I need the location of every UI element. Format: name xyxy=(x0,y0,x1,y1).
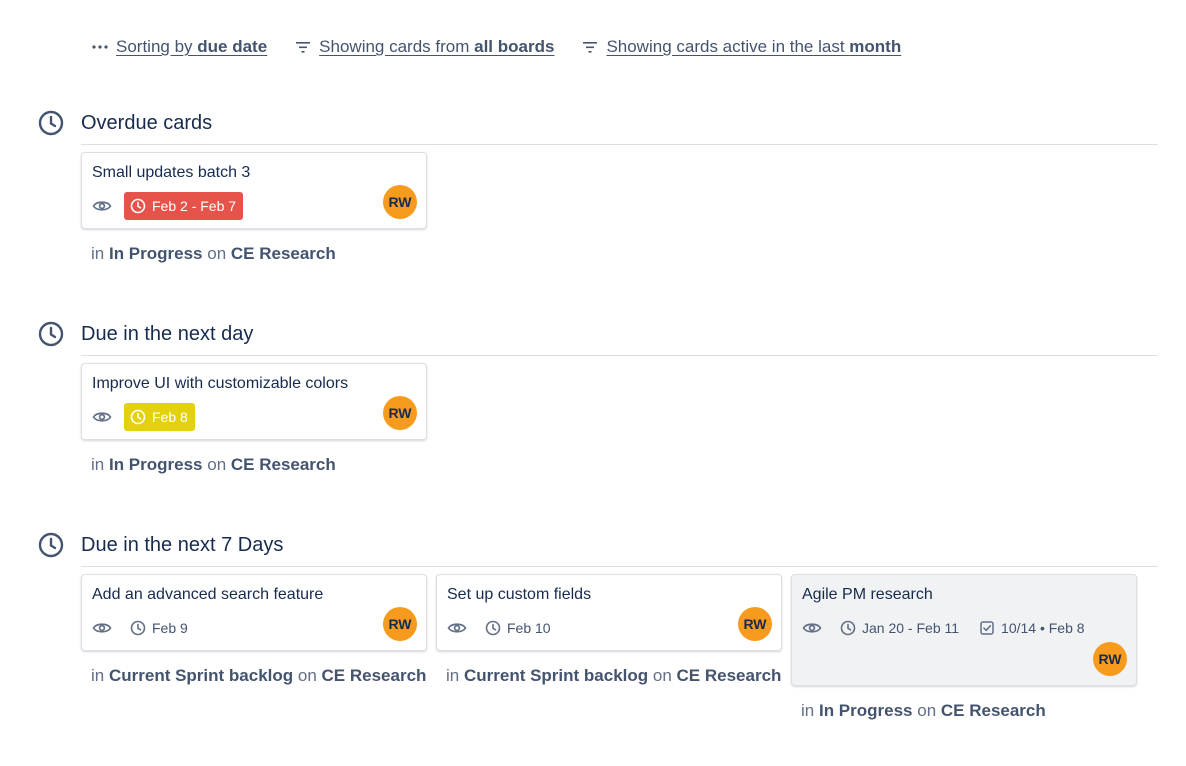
card[interactable]: Set up custom fields Feb 10 RW xyxy=(436,574,782,651)
section-divider xyxy=(81,144,1158,145)
sort-by-button[interactable]: Sorting by due date xyxy=(92,37,267,57)
due-next-day-section: Due in the next day Improve UI with cust… xyxy=(38,321,1158,474)
card-title: Improve UI with customizable colors xyxy=(92,375,349,392)
due-date-text: Feb 8 xyxy=(152,409,188,425)
card-location: in Current Sprint backlog on CE Research xyxy=(446,666,782,685)
card[interactable]: Improve UI with customizable colors Feb … xyxy=(81,363,427,440)
card-column: Set up custom fields Feb 10 RW in Curren… xyxy=(436,574,782,723)
eye-icon xyxy=(802,623,822,633)
filter-icon xyxy=(295,41,311,53)
clock-icon xyxy=(38,532,64,558)
board-name: CE Research xyxy=(940,701,1046,720)
activity-filter-button[interactable]: Showing cards active in the last month xyxy=(582,37,901,57)
clock-icon xyxy=(485,620,501,636)
section-title: Due in the next 7 Days xyxy=(81,534,284,556)
card-column: Agile PM research Jan 20 - Feb 11 10/14 … xyxy=(791,574,1137,723)
card-title: Agile PM research xyxy=(802,586,933,603)
card-title: Add an advanced search feature xyxy=(92,586,324,603)
due-date-badge[interactable]: Feb 2 - Feb 7 xyxy=(124,192,244,220)
board-name: CE Research xyxy=(321,666,427,685)
more-icon xyxy=(92,45,108,49)
card-location: in In Progress on CE Research xyxy=(801,701,1046,720)
card-location: in In Progress on CE Research xyxy=(91,455,336,474)
checklist-text: 10/14 • Feb 8 xyxy=(1001,620,1085,636)
sort-by-label: Sorting by due date xyxy=(116,37,268,56)
overdue-section: Overdue cards Small updates batch 3 Feb … xyxy=(38,110,1158,263)
eye-icon xyxy=(92,412,112,422)
avatar[interactable]: RW xyxy=(383,185,417,219)
card-column: Add an advanced search feature Feb 9 RW … xyxy=(81,574,427,723)
filter-icon xyxy=(582,41,598,53)
clock-icon xyxy=(130,198,146,214)
due-date-badge[interactable]: Feb 8 xyxy=(124,403,195,431)
eye-icon xyxy=(92,623,112,633)
due-date-text: Feb 2 - Feb 7 xyxy=(152,198,237,214)
eye-icon xyxy=(447,623,467,633)
due-next-7-days-section: Due in the next 7 Days Add an advanced s… xyxy=(38,532,1158,720)
boards-filter-label: Showing cards from all boards xyxy=(319,37,555,56)
section-divider xyxy=(81,355,1158,356)
section-divider xyxy=(81,566,1158,567)
clock-icon xyxy=(840,620,856,636)
list-name: In Progress xyxy=(108,244,203,263)
list-name: Current Sprint backlog xyxy=(463,666,649,685)
section-title: Due in the next day xyxy=(81,323,254,345)
card-location: in In Progress on CE Research xyxy=(91,244,336,263)
avatar[interactable]: RW xyxy=(1093,642,1127,676)
card-title: Small updates batch 3 xyxy=(92,164,251,181)
boards-filter-button[interactable]: Showing cards from all boards xyxy=(295,37,554,57)
activity-filter-label: Showing cards active in the last month xyxy=(606,37,902,56)
card-column: Small updates batch 3 Feb 2 - Feb 7 RW i… xyxy=(81,152,427,266)
avatar[interactable]: RW xyxy=(738,607,772,641)
list-name: In Progress xyxy=(818,701,913,720)
checklist-badge[interactable]: 10/14 • Feb 8 xyxy=(980,620,1085,636)
board-name: CE Research xyxy=(676,666,782,685)
board-name: CE Research xyxy=(230,244,336,263)
list-name: In Progress xyxy=(108,455,203,474)
clock-icon xyxy=(130,620,146,636)
due-date-text: Jan 20 - Feb 11 xyxy=(862,620,960,636)
clock-icon xyxy=(38,110,64,136)
avatar[interactable]: RW xyxy=(383,607,417,641)
clock-icon xyxy=(130,409,146,425)
card-location: in Current Sprint backlog on CE Research xyxy=(91,666,427,685)
due-date-badge[interactable]: Feb 9 xyxy=(124,614,195,642)
due-date-badge[interactable]: Feb 10 xyxy=(479,614,558,642)
card-title: Set up custom fields xyxy=(447,586,592,603)
due-date-text: Feb 9 xyxy=(152,620,188,636)
section-title: Overdue cards xyxy=(81,112,213,134)
checklist-icon xyxy=(980,621,994,635)
eye-icon xyxy=(92,201,112,211)
card[interactable]: Small updates batch 3 Feb 2 - Feb 7 RW xyxy=(81,152,427,229)
card[interactable]: Agile PM research Jan 20 - Feb 11 10/14 … xyxy=(791,574,1137,686)
board-name: CE Research xyxy=(230,455,336,474)
clock-icon xyxy=(38,321,64,347)
due-date-text: Feb 10 xyxy=(507,620,551,636)
filter-toolbar: Sorting by due date Showing cards from a… xyxy=(92,37,929,57)
card-column: Improve UI with customizable colors Feb … xyxy=(81,363,427,477)
avatar[interactable]: RW xyxy=(383,396,417,430)
list-name: Current Sprint backlog xyxy=(108,666,294,685)
due-date-badge[interactable]: Jan 20 - Feb 11 xyxy=(834,614,966,642)
card[interactable]: Add an advanced search feature Feb 9 RW xyxy=(81,574,427,651)
